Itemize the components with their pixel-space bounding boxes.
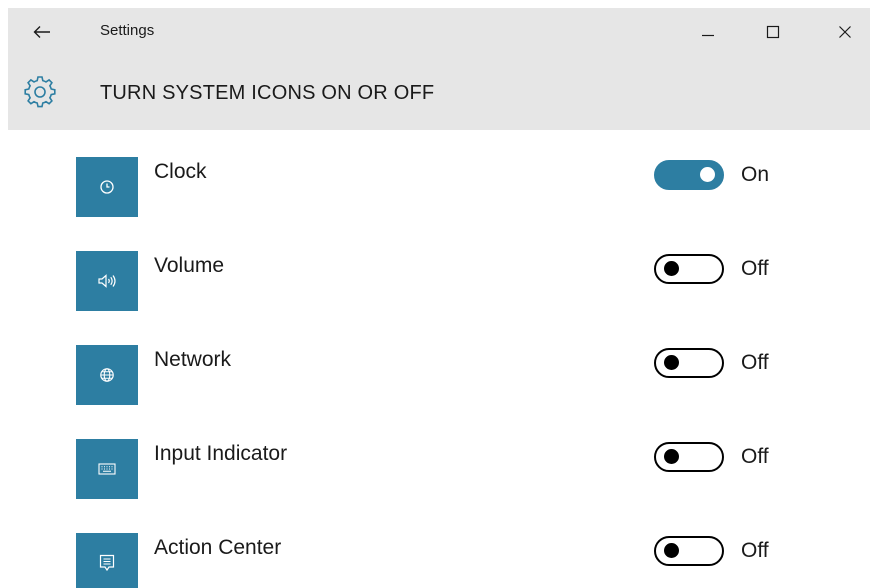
close-icon xyxy=(839,26,851,38)
input-indicator-toggle[interactable] xyxy=(654,442,724,472)
clock-icon xyxy=(100,180,114,194)
input-indicator-tile xyxy=(76,439,138,499)
minimize-button[interactable] xyxy=(693,18,723,46)
clock-toggle[interactable] xyxy=(654,160,724,190)
list-item-action-center: Action Center Off xyxy=(0,506,870,588)
toggle-state-label: On xyxy=(741,163,770,186)
item-label: Volume xyxy=(154,254,225,277)
toggle-state-label: Off xyxy=(741,539,769,562)
maximize-button[interactable] xyxy=(758,18,788,46)
volume-tile xyxy=(76,251,138,311)
toggle-state-label: Off xyxy=(741,445,769,468)
toggle-state-label: Off xyxy=(741,257,769,280)
keyboard-icon xyxy=(98,463,116,475)
action-center-icon xyxy=(99,554,115,572)
close-button[interactable] xyxy=(830,18,860,46)
back-button[interactable] xyxy=(30,20,54,44)
item-label: Action Center xyxy=(154,536,282,559)
back-arrow-icon xyxy=(33,26,50,38)
toggle-knob xyxy=(664,355,679,370)
clock-tile xyxy=(76,157,138,217)
list-item-volume: Volume Off xyxy=(0,224,870,318)
item-label: Clock xyxy=(154,160,207,183)
toggle-knob xyxy=(664,261,679,276)
minimize-icon xyxy=(702,34,714,37)
gear-icon xyxy=(24,76,56,108)
list-item-clock: Clock On xyxy=(0,130,870,224)
header-bar: Settings TURN SYSTEM ICONS ON OR OFF xyxy=(8,8,870,130)
settings-window: Settings TURN SYSTEM ICONS ON OR OFF Clo… xyxy=(0,0,870,588)
page-title: TURN SYSTEM ICONS ON OR OFF xyxy=(100,82,435,104)
page-header: TURN SYSTEM ICONS ON OR OFF xyxy=(8,70,870,116)
toggle-knob xyxy=(664,543,679,558)
toggle-state-label: Off xyxy=(741,351,769,374)
app-title: Settings xyxy=(100,22,155,39)
maximize-icon xyxy=(766,25,780,39)
volume-toggle[interactable] xyxy=(654,254,724,284)
action-center-tile xyxy=(76,533,138,588)
network-tile xyxy=(76,345,138,405)
toggle-knob xyxy=(700,167,715,182)
action-center-toggle[interactable] xyxy=(654,536,724,566)
network-toggle[interactable] xyxy=(654,348,724,378)
title-bar: Settings xyxy=(8,8,870,56)
toggle-knob xyxy=(664,449,679,464)
network-globe-icon xyxy=(100,368,114,382)
item-label: Network xyxy=(154,348,232,371)
list-item-input-indicator: Input Indicator Off xyxy=(0,412,870,506)
list-item-network: Network Off xyxy=(0,318,870,412)
item-label: Input Indicator xyxy=(154,442,288,465)
volume-icon xyxy=(98,274,116,288)
